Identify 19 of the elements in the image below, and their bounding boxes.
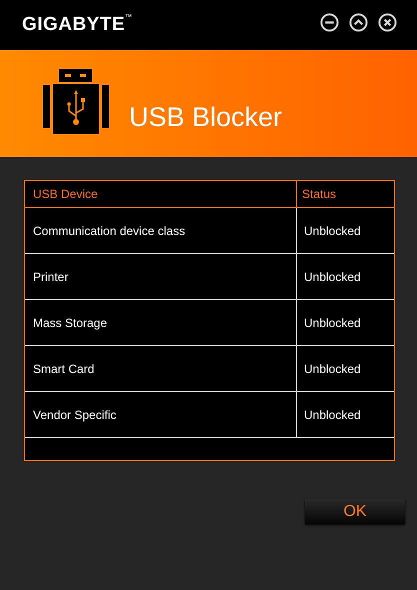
collapse-icon[interactable] <box>349 12 368 32</box>
table-cell-text: Unblocked <box>303 268 362 286</box>
table-cell-text: Unblocked <box>303 406 362 424</box>
table-cell: Mass Storage <box>25 300 297 345</box>
table-cell: Printer <box>25 254 297 299</box>
table-cell: Smart Card <box>25 346 297 391</box>
minimize-icon[interactable] <box>320 12 339 32</box>
close-icon[interactable] <box>378 12 397 32</box>
column-header: Status <box>301 186 338 203</box>
table-cell: Communication device class <box>25 208 297 253</box>
table-cell: Vendor Specific <box>25 392 297 437</box>
app-title: USB Blocker <box>129 100 282 134</box>
usb-robot-icon <box>43 69 109 137</box>
table-cell-text: Unblocked <box>303 314 362 332</box>
table-cell-text: Unblocked <box>303 222 362 240</box>
table-cell-text: Unblocked <box>303 360 362 378</box>
column-header: USB Device <box>25 181 297 207</box>
ok-button[interactable]: OK <box>305 499 405 524</box>
brand-logo: GIGABYTE <box>22 12 126 37</box>
